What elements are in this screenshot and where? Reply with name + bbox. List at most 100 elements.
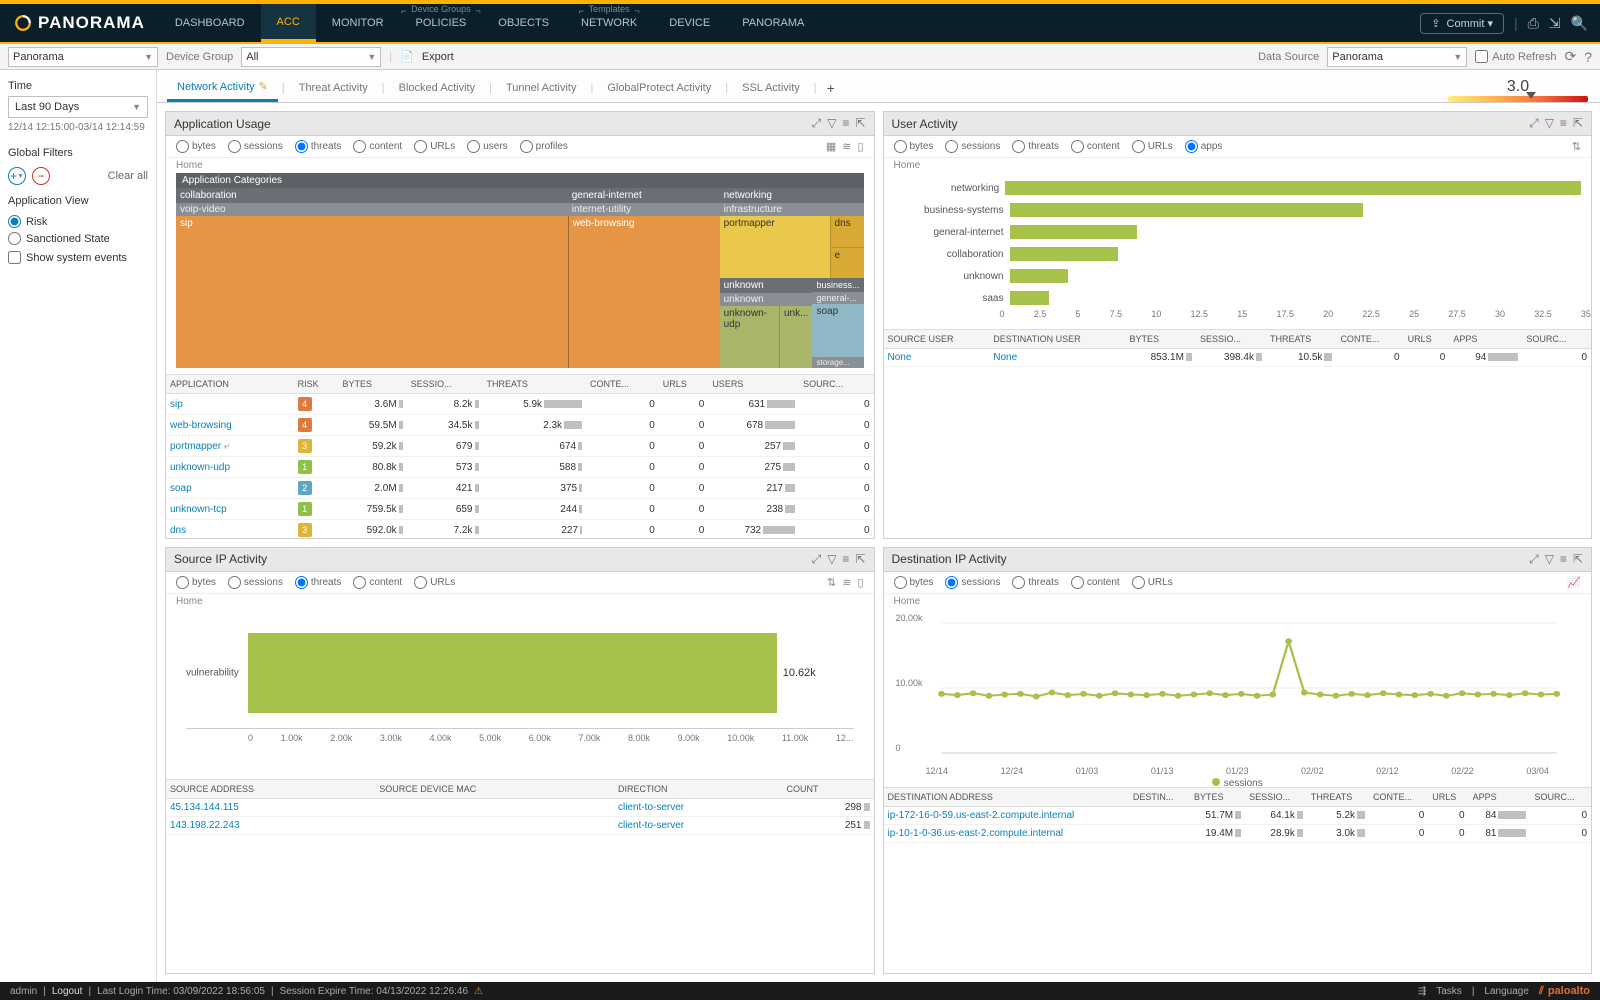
filter-icon[interactable]: ▽: [1545, 552, 1554, 567]
table-row[interactable]: dns 3 592.0k 7.2k 227 00 732 0: [166, 520, 874, 538]
table-row[interactable]: NoneNone853.1M398.4k10.5k00940: [884, 349, 1592, 367]
add-tab-button[interactable]: +: [821, 80, 841, 96]
popout-icon[interactable]: ⇱: [1573, 552, 1583, 567]
tab-blocked-activity[interactable]: Blocked Activity: [389, 76, 485, 100]
edit-icon[interactable]: ✎: [259, 81, 268, 93]
radio-sessions[interactable]: sessions: [945, 576, 1000, 589]
tab-globalprotect-activity[interactable]: GlobalProtect Activity: [597, 76, 721, 100]
breadcrumb-home[interactable]: Home: [884, 594, 1592, 609]
radio-content[interactable]: content: [1071, 576, 1120, 589]
radio-sessions[interactable]: sessions: [228, 576, 283, 589]
radio-sessions[interactable]: sessions: [228, 140, 283, 153]
radio-bytes[interactable]: bytes: [894, 140, 934, 153]
sort-icon[interactable]: ⇅: [827, 576, 836, 589]
show-system-events[interactable]: Show system events: [8, 251, 148, 264]
table-row[interactable]: unknown-tcp 1 759.5k 659 244 00 238 0: [166, 499, 874, 520]
table-row[interactable]: portmapper ⤶ 3 59.2k 679 674 00 257 0: [166, 436, 874, 457]
radio-threats[interactable]: threats: [1012, 140, 1059, 153]
breadcrumb-home[interactable]: Home: [884, 158, 1592, 173]
nav-device[interactable]: DEVICE: [653, 4, 726, 42]
tab-network-activity[interactable]: Network Activity✎: [167, 74, 278, 102]
sort-icon[interactable]: ⇅: [1572, 140, 1581, 153]
filter-icon[interactable]: ▽: [1545, 116, 1554, 131]
radio-threats[interactable]: threats: [295, 140, 342, 153]
add-filter-button[interactable]: +▼: [8, 167, 26, 185]
popout-icon[interactable]: ⇱: [855, 552, 865, 567]
maximize-icon[interactable]: ⤢: [1529, 552, 1539, 567]
search-icon[interactable]: 🔍: [1571, 15, 1588, 32]
table-row[interactable]: ip-10-1-0-36.us-east-2.compute.internal1…: [884, 824, 1592, 842]
list-icon[interactable]: ≡: [842, 116, 849, 131]
list-icon[interactable]: ≡: [842, 552, 849, 567]
nav-dashboard[interactable]: DASHBOARD: [159, 4, 261, 42]
list-icon[interactable]: ≡: [1560, 116, 1567, 131]
radio-threats[interactable]: threats: [1012, 576, 1059, 589]
table-row[interactable]: soap 2 2.0M 421 375 00 217 0: [166, 478, 874, 499]
tab-threat-activity[interactable]: Threat Activity: [289, 76, 378, 100]
table-row[interactable]: ip-172-16-0-59.us-east-2.compute.interna…: [884, 806, 1592, 824]
tasks-icon[interactable]: ⇶: [1418, 986, 1426, 997]
commit-button[interactable]: ⇪ Commit ▾: [1420, 13, 1504, 34]
treemap[interactable]: collaboration voip-video sip general-int…: [176, 188, 864, 368]
maximize-icon[interactable]: ⤢: [1529, 116, 1539, 131]
export-icon[interactable]: ⇲: [1549, 15, 1561, 32]
chart-line-icon[interactable]: ≋: [842, 140, 851, 153]
time-range-select[interactable]: Last 90 Days▼: [8, 96, 148, 118]
radio-urls[interactable]: URLs: [1132, 140, 1173, 153]
maximize-icon[interactable]: ⤢: [812, 552, 822, 567]
chart-bar-icon[interactable]: ▯: [857, 576, 863, 589]
filter-icon[interactable]: ▽: [827, 116, 836, 131]
maximize-icon[interactable]: ⤢: [812, 116, 822, 131]
radio-risk[interactable]: Risk: [8, 215, 148, 228]
popout-icon[interactable]: ⇱: [1573, 116, 1583, 131]
refresh-icon[interactable]: ⟳: [1564, 48, 1576, 65]
chart-treemap-icon[interactable]: ▦: [826, 140, 836, 153]
table-row[interactable]: 45.134.144.115client-to-server298: [166, 798, 874, 816]
table-row[interactable]: unknown-udp 1 80.8k 573 588 00 275 0: [166, 457, 874, 478]
tab-tunnel-activity[interactable]: Tunnel Activity: [496, 76, 587, 100]
help-icon[interactable]: ?: [1584, 49, 1592, 65]
breadcrumb-home[interactable]: Home: [166, 158, 874, 173]
nav-objects[interactable]: OBJECTS: [482, 4, 565, 42]
radio-profiles[interactable]: profiles: [520, 140, 568, 153]
remove-filter-button[interactable]: −: [32, 167, 50, 185]
nav-policies[interactable]: Device GroupsPOLICIES: [400, 4, 483, 42]
radio-urls[interactable]: URLs: [414, 140, 455, 153]
radio-sanctioned[interactable]: Sanctioned State: [8, 232, 148, 245]
radio-content[interactable]: content: [353, 576, 402, 589]
table-row[interactable]: web-browsing 4 59.5M 34.5k 2.3k 00 678 0: [166, 415, 874, 436]
language-link[interactable]: Language: [1484, 986, 1529, 997]
breadcrumb-home[interactable]: Home: [166, 594, 874, 609]
device-group-select[interactable]: All▼: [241, 47, 381, 67]
tab-ssl-activity[interactable]: SSL Activity: [732, 76, 810, 100]
chart-line-icon[interactable]: 📈: [1567, 576, 1581, 589]
radio-urls[interactable]: URLs: [414, 576, 455, 589]
nav-panorama[interactable]: PANORAMA: [726, 4, 820, 42]
table-row[interactable]: 143.198.22.243client-to-server251: [166, 816, 874, 834]
radio-urls[interactable]: URLs: [1132, 576, 1173, 589]
radio-apps[interactable]: apps: [1185, 140, 1223, 153]
popout-icon[interactable]: ⇱: [855, 116, 865, 131]
radio-users[interactable]: users: [467, 140, 507, 153]
radio-bytes[interactable]: bytes: [176, 140, 216, 153]
table-row[interactable]: sip 4 3.6M 8.2k 5.9k 00 631 0: [166, 394, 874, 415]
radio-content[interactable]: content: [353, 140, 402, 153]
chart-line-icon[interactable]: ≋: [842, 576, 851, 589]
logout-link[interactable]: Logout: [52, 986, 83, 997]
radio-bytes[interactable]: bytes: [176, 576, 216, 589]
radio-bytes[interactable]: bytes: [894, 576, 934, 589]
radio-sessions[interactable]: sessions: [945, 140, 1000, 153]
filter-icon[interactable]: ▽: [827, 552, 836, 567]
auto-refresh-toggle[interactable]: Auto Refresh: [1475, 50, 1556, 63]
chart-bar-icon[interactable]: ▯: [857, 140, 863, 153]
list-icon[interactable]: ≡: [1560, 552, 1567, 567]
context-select[interactable]: Panorama▼: [8, 47, 158, 67]
export-button[interactable]: Export: [422, 51, 454, 63]
clear-all-button[interactable]: Clear all: [108, 170, 148, 182]
radio-threats[interactable]: threats: [295, 576, 342, 589]
data-source-select[interactable]: Panorama▼: [1327, 47, 1467, 67]
radio-content[interactable]: content: [1071, 140, 1120, 153]
nav-monitor[interactable]: MONITOR: [316, 4, 400, 42]
nav-acc[interactable]: ACC: [261, 4, 316, 42]
tasks-link[interactable]: Tasks: [1436, 986, 1462, 997]
